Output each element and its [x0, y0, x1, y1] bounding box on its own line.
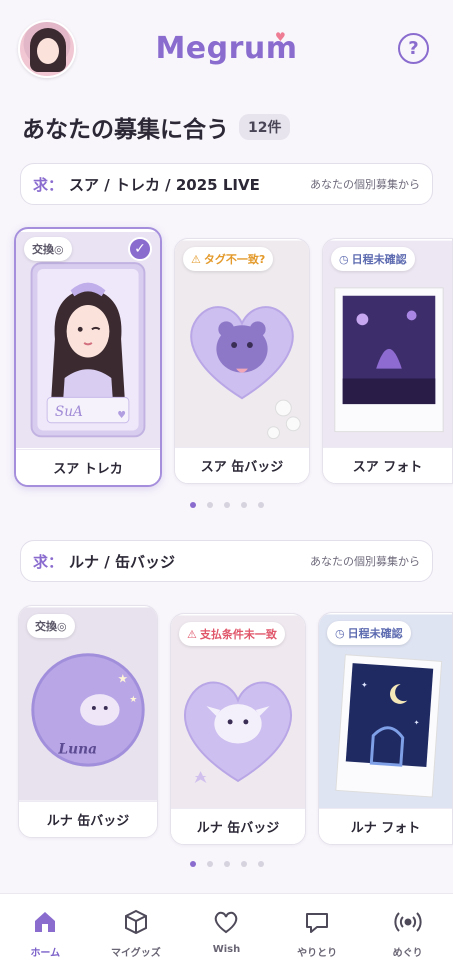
- nav-item-exchange[interactable]: やりとり: [272, 894, 363, 980]
- clock-icon: ◷: [339, 252, 349, 266]
- clock-icon: ◷: [335, 626, 345, 640]
- match-card-luna-badge[interactable]: Luna ★ ★ 交換◎ ルナ 缶バッジ: [18, 605, 158, 838]
- tag-text: 日程未確認: [351, 253, 407, 266]
- bottom-nav: ホーム マイグッズ Wish やりとり めぐり: [0, 893, 453, 980]
- nav-item-home[interactable]: ホーム: [0, 894, 91, 980]
- chat-icon: [303, 908, 331, 936]
- tag-schedule-unconfirmed: ◷ 日程未確認: [331, 247, 415, 271]
- tag-text: タグ不一致?: [203, 253, 266, 266]
- tag-tag-mismatch: ⚠ タグ不一致?: [183, 247, 274, 271]
- nav-item-meguri[interactable]: めぐり: [362, 894, 453, 980]
- pagination-dot[interactable]: [240, 502, 247, 508]
- tag-text: 交換◎: [35, 620, 67, 633]
- svg-text:♥: ♥: [117, 410, 126, 421]
- request-prefix: 求：: [33, 552, 64, 571]
- request-text: スア / トレカ / 2025 LIVE: [69, 175, 260, 194]
- request-prefix: 求：: [33, 175, 64, 194]
- match-card-sua-photo[interactable]: ◷ 日程未確認 スア フォト: [322, 238, 453, 484]
- warning-icon: ⚠: [187, 627, 197, 641]
- svg-text:★: ★: [129, 695, 137, 705]
- request-note: あなたの個別募集から: [310, 178, 420, 191]
- tag-text: 日程未確認: [347, 627, 403, 640]
- count-badge: 12件: [239, 114, 291, 140]
- warning-icon: ⚠: [191, 252, 201, 266]
- card-label: ルナ 缶バッジ: [19, 801, 157, 837]
- nav-item-my-goods[interactable]: マイグッズ: [91, 894, 182, 980]
- photocard-image: SuA ♥: [16, 232, 160, 448]
- card-label: スア フォト: [323, 447, 452, 483]
- tag-schedule-unconfirmed: ◷ 日程未確認: [327, 621, 411, 645]
- page-title: あなたの募集に合う 12件: [22, 110, 291, 144]
- pagination-dot[interactable]: [206, 502, 213, 508]
- card-label: スア 缶バッジ: [175, 447, 309, 483]
- pagination-dot[interactable]: [223, 861, 230, 867]
- pagination-dot[interactable]: [223, 502, 230, 508]
- pagination-dot[interactable]: [240, 861, 247, 867]
- card-label: ルナ フォト: [319, 808, 452, 844]
- svg-text:★: ★: [118, 671, 129, 685]
- box-icon: [122, 908, 150, 936]
- tag-exchange: 交換◎: [27, 614, 75, 638]
- nav-label: マイグッズ: [110, 948, 161, 959]
- logo-heart-icon: ♥: [275, 30, 286, 44]
- pagination-dots: [0, 861, 453, 867]
- tag-text: 支払条件未一致: [199, 628, 277, 641]
- svg-text:✦: ✦: [361, 680, 369, 689]
- page-title-text: あなたの募集に合う: [22, 117, 229, 143]
- app-header: Megrum ♥ ?: [0, 0, 453, 100]
- request-text: ルナ / 缶バッジ: [69, 552, 175, 571]
- svg-text:✦: ✦: [413, 719, 420, 727]
- match-card-luna-heart-badge[interactable]: ⚠ 支払条件未一致 ルナ 缶バッジ: [170, 613, 306, 845]
- pagination-dot[interactable]: [257, 861, 264, 867]
- nav-label: やりとり: [297, 948, 338, 959]
- nav-label: Wish: [212, 944, 241, 955]
- pagination-dot[interactable]: [257, 502, 264, 508]
- tag-exchange: 交換◎: [24, 237, 72, 261]
- pagination-dots: [0, 502, 453, 508]
- pagination-dot[interactable]: [206, 861, 213, 867]
- request-bar-luna[interactable]: 求： ルナ / 缶バッジ あなたの個別募集から: [20, 540, 433, 582]
- pagination-dot[interactable]: [189, 861, 196, 867]
- nav-item-wish[interactable]: Wish: [181, 894, 272, 980]
- nav-label: めぐり: [392, 948, 423, 959]
- tag-text: 交換◎: [32, 243, 64, 256]
- card-label: ルナ 缶バッジ: [171, 808, 305, 844]
- app-logo: Megrum: [155, 31, 298, 66]
- tag-payment-mismatch: ⚠ 支払条件未一致: [179, 622, 285, 646]
- selected-check-icon[interactable]: ✓: [128, 237, 152, 261]
- match-card-sua-photocard[interactable]: SuA ♥ 交換◎ ✓ スア トレカ: [14, 227, 162, 487]
- nav-label: ホーム: [30, 948, 61, 959]
- heart-icon: [212, 908, 240, 936]
- radar-icon: [394, 908, 422, 936]
- match-card-luna-photo[interactable]: ✦ ✦ ◷ 日程未確認 ルナ フォト: [318, 612, 453, 845]
- pagination-dot[interactable]: [189, 502, 196, 508]
- photocard-name-text: SuA: [55, 404, 83, 420]
- badge-name-text: Luna: [57, 741, 97, 757]
- card-label: スア トレカ: [16, 449, 160, 485]
- help-button[interactable]: ?: [398, 33, 429, 64]
- request-bar-sua[interactable]: 求： スア / トレカ / 2025 LIVE あなたの個別募集から: [20, 163, 433, 205]
- match-card-sua-badge[interactable]: ⚠ タグ不一致? スア 缶バッジ: [174, 238, 310, 484]
- home-icon: [31, 908, 59, 936]
- request-note: あなたの個別募集から: [310, 555, 420, 568]
